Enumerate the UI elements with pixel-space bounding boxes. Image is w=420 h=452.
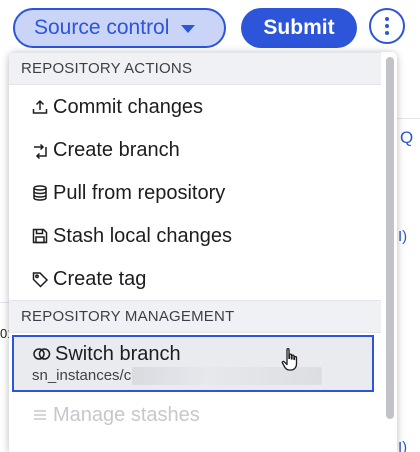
more-vertical-icon[interactable] (369, 8, 405, 44)
source-control-menu: REPOSITORY ACTIONS Commit changes Create… (9, 52, 397, 452)
menu-item-create-tag[interactable]: Create tag (9, 258, 381, 300)
background-text-fragment: I) (398, 439, 408, 452)
screen: Q I) 01 I) Source control Submit REPOSIT… (0, 0, 420, 452)
background-text-fragment: I) (398, 228, 408, 245)
menu-item-label: Create tag (53, 267, 147, 290)
branch-icon (30, 140, 50, 160)
source-control-button[interactable]: Source control (13, 8, 226, 48)
section-header-repository-management: REPOSITORY MANAGEMENT (9, 300, 381, 333)
upload-icon (30, 97, 50, 117)
submit-button[interactable]: Submit (241, 8, 357, 48)
switch-branch-row: Switch branch (32, 343, 181, 365)
menu-scrollbar[interactable] (383, 52, 397, 452)
source-control-label: Source control (34, 16, 170, 39)
hand-cursor-icon (280, 346, 304, 374)
database-icon (30, 183, 50, 203)
menu-item-label: Pull from repository (53, 181, 226, 204)
save-icon (30, 226, 50, 246)
menu-item-pull-from-repository[interactable]: Pull from repository (9, 172, 381, 214)
current-branch-name: sn_instances/c (32, 366, 132, 384)
menu-item-manage-stashes: Manage stashes (9, 394, 381, 436)
switch-branch-current: sn_instances/c (32, 366, 323, 385)
background-search-icon: Q (400, 128, 414, 147)
menu-scrollbar-thumb[interactable] (386, 57, 394, 419)
caret-down-icon (181, 25, 196, 33)
menu-item-label: Stash local changes (53, 224, 233, 247)
menu-item-commit-changes[interactable]: Commit changes (9, 86, 381, 128)
menu-item-label: Manage stashes (53, 403, 200, 426)
switch-icon (32, 344, 52, 364)
list-icon (30, 405, 50, 425)
tag-icon (30, 269, 50, 289)
menu-item-stash-local-changes[interactable]: Stash local changes (9, 215, 381, 257)
menu-item-label: Switch branch (55, 342, 181, 365)
menu-item-label: Commit changes (53, 95, 204, 118)
menu-item-label: Create branch (53, 138, 180, 161)
section-header-repository-actions: REPOSITORY ACTIONS (9, 52, 381, 85)
background-divider (0, 302, 9, 303)
menu-item-create-branch[interactable]: Create branch (9, 129, 381, 171)
menu-item-switch-branch[interactable]: Switch branch sn_instances/c (12, 335, 374, 392)
